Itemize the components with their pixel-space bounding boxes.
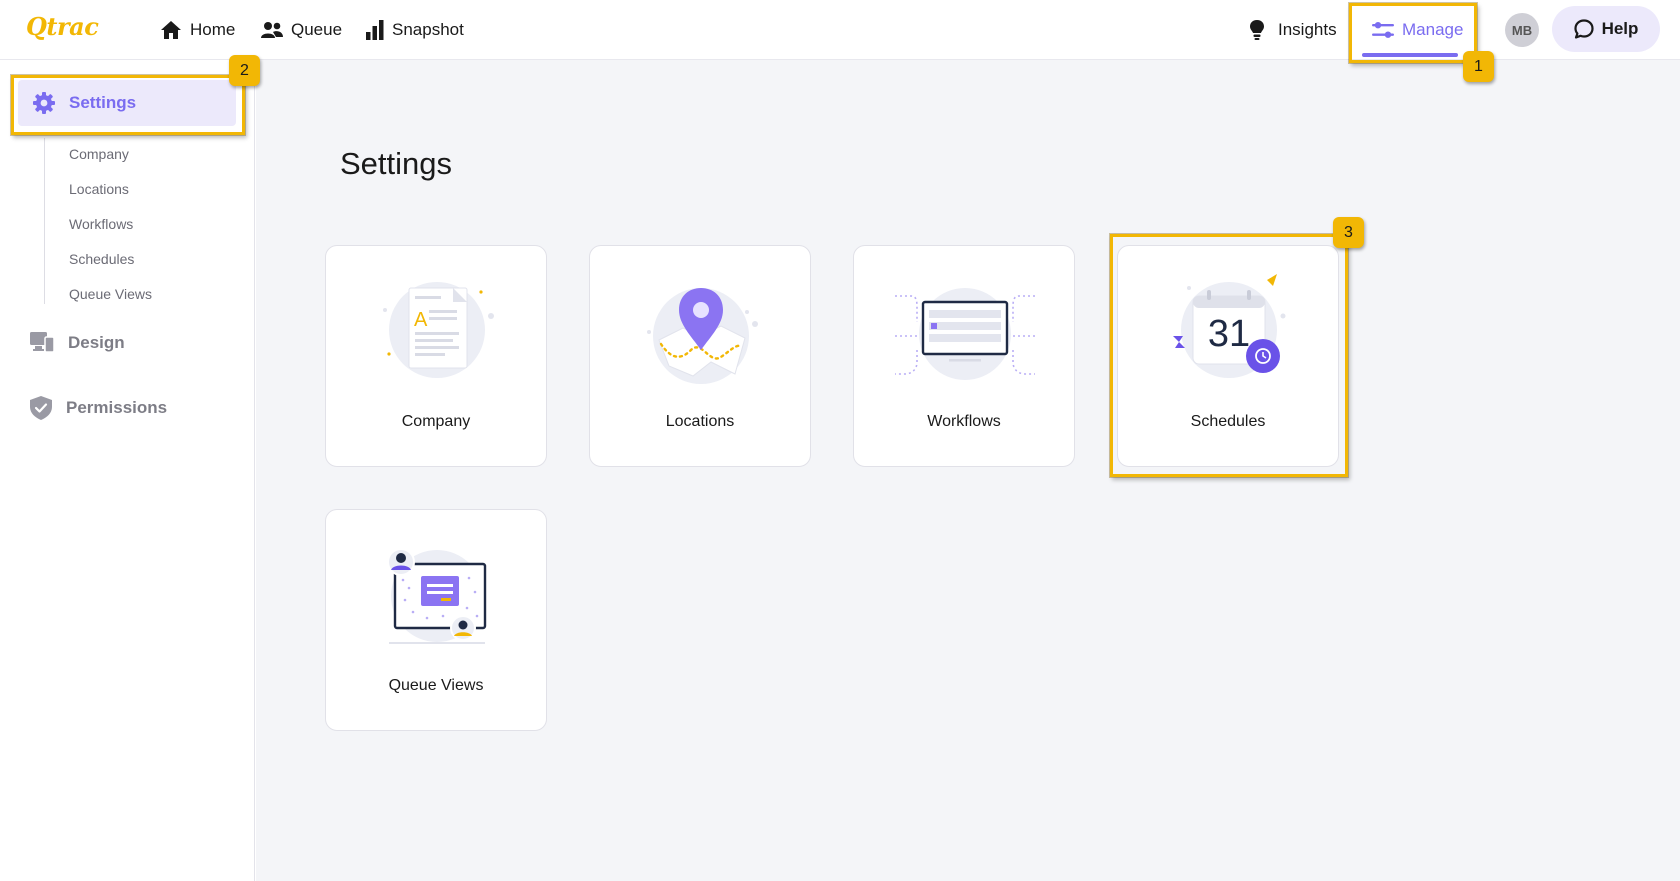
callout-badge-2: 2 [229,55,260,86]
sidebar-subitem-queue-views[interactable]: Queue Views [69,286,152,302]
shield-icon [30,396,52,420]
nav-home-label: Home [190,20,236,39]
page-title: Settings [340,146,453,181]
nav-snapshot[interactable]: Snapshot [366,18,464,42]
sidebar-item-settings-label: Settings [69,93,137,112]
svg-text:A: A [414,309,428,331]
sidebar-subitem-workflows[interactable]: Workflows [69,216,133,232]
sidebar-item-design-label: Design [68,333,125,352]
nav-manage-label: Manage [1402,20,1464,39]
nav-queue[interactable]: Queue [261,18,342,42]
document-icon: A [383,282,494,378]
top-navigation-bar: Qtrac Home Queue Snapshot Insights Manag… [0,0,1680,60]
card-schedules[interactable]: 31 Schedules [1117,245,1339,467]
sidebar-item-permissions-label: Permissions [66,398,168,417]
queue-views-icon [387,548,487,644]
submenu-divider [44,138,45,304]
sidebar-subitem-locations[interactable]: Locations [69,181,129,197]
people-icon [261,22,283,38]
nav-insights-label: Insights [1278,20,1337,39]
sidebar-item-settings[interactable]: Settings [18,80,236,126]
nav-snapshot-label: Snapshot [392,20,464,39]
map-pin-icon [647,288,758,384]
nav-insights[interactable]: Insights [1250,18,1337,42]
sliders-icon [1372,22,1394,38]
help-button-label: Help [1601,19,1639,38]
lightbulb-icon [1250,20,1264,40]
active-tab-indicator [1362,53,1458,57]
card-queue-views-label: Queue Views [388,677,484,694]
sidebar-subitem-schedules[interactable]: Schedules [69,251,134,267]
calendar-icon: 31 [1173,274,1286,378]
sidebar-item-design[interactable]: Design [30,332,125,354]
card-locations-label: Locations [665,413,735,430]
qtrac-logo[interactable]: Qtrac [26,12,99,41]
card-workflows[interactable]: Workflows [853,245,1075,467]
sidebar-item-permissions[interactable]: Permissions [30,396,167,420]
monitor-icon [30,332,54,353]
home-icon [161,21,181,39]
nav-home[interactable]: Home [160,18,235,42]
sidebar: Settings Company Locations Workflows Sch… [0,60,255,881]
card-workflows-label: Workflows [927,413,1001,430]
main-content: Settings A Company Locations Workflows 3… [256,60,1680,881]
bar-chart-icon [366,20,384,40]
card-company-label: Company [401,413,471,430]
card-schedules-label: Schedules [1190,413,1266,430]
card-queue-views[interactable]: Queue Views [325,509,547,731]
workflow-icon [895,288,1035,380]
gear-icon [33,92,55,114]
user-avatar[interactable]: MB [1505,13,1539,47]
callout-badge-1: 1 [1463,51,1494,82]
callout-badge-3: 3 [1333,217,1364,248]
help-button[interactable]: Help [1552,6,1660,52]
chat-bubble-icon [1573,19,1594,39]
nav-queue-label: Queue [291,20,343,39]
nav-manage[interactable]: Manage [1372,18,1463,42]
card-locations[interactable]: Locations [589,245,811,467]
sidebar-subitem-company[interactable]: Company [69,146,129,162]
card-company[interactable]: A Company [325,245,547,467]
calendar-day-number: 31 [1208,313,1250,355]
